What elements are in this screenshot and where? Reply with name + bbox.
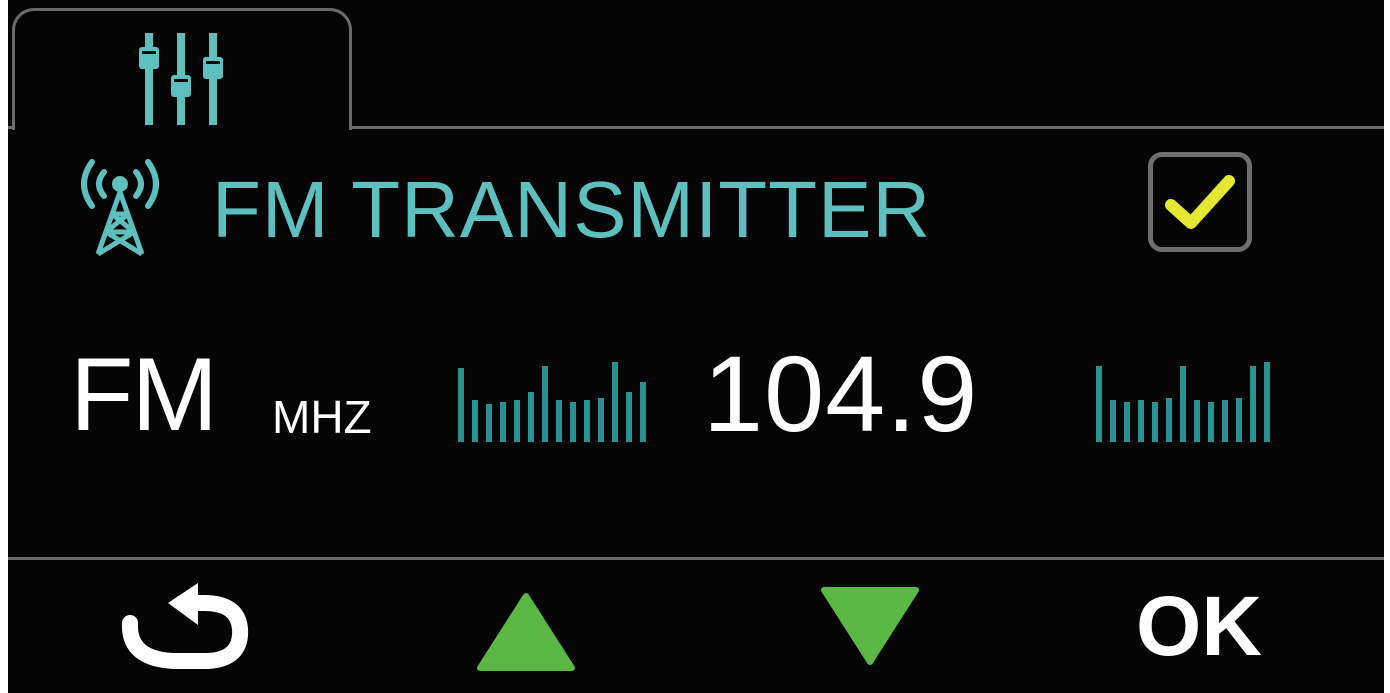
checkmark-icon — [1165, 175, 1235, 229]
page-title: FM TRANSMITTER — [212, 165, 932, 254]
frequency-value: 104.9 — [703, 333, 979, 454]
device-screen: FM TRANSMITTER FM MHZ 104.9 OK — [8, 0, 1384, 693]
up-button[interactable] — [476, 592, 576, 672]
equalizer-sliders-icon — [139, 33, 223, 125]
ok-button[interactable]: OK — [1136, 580, 1262, 672]
unit-label: MHZ — [272, 391, 372, 443]
up-triangle-icon — [477, 593, 575, 671]
back-button[interactable] — [116, 583, 252, 671]
band-label: FM — [70, 337, 218, 453]
signal-bars-right-icon — [1096, 362, 1270, 442]
antenna-tower-icon — [81, 159, 159, 256]
down-button[interactable] — [820, 586, 920, 666]
footer-divider — [8, 557, 1384, 560]
tab-settings[interactable] — [12, 8, 352, 130]
back-arrow-icon — [121, 583, 249, 669]
enable-checkbox[interactable] — [1148, 152, 1252, 252]
down-triangle-icon — [821, 587, 919, 665]
signal-bars-left-icon — [458, 362, 646, 442]
